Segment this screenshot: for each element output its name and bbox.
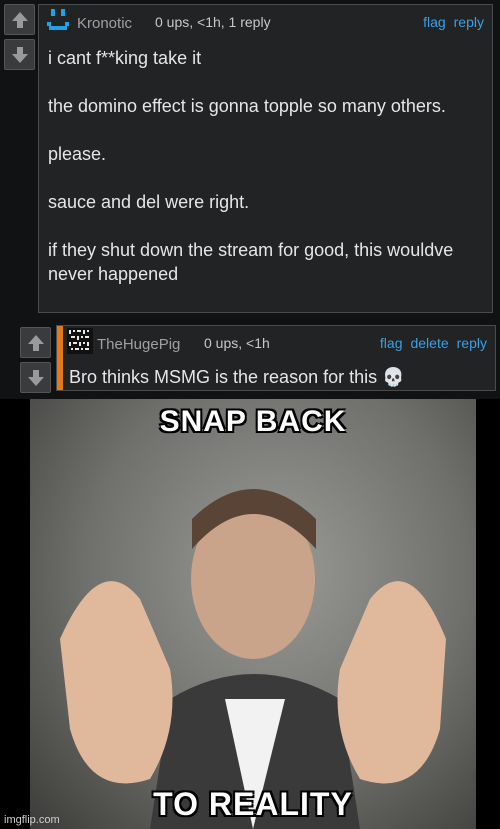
downvote-button[interactable] (20, 362, 51, 393)
comment-actions: flag reply (423, 14, 484, 30)
meme-top-text: SNAP BACK (159, 405, 347, 438)
comment: Kronotic 0 ups, <1h, 1 reply flag reply … (38, 4, 493, 313)
comment-paragraph: sauce and del were right. (48, 192, 250, 212)
meme-bottom-text: TO REALITY (153, 786, 353, 822)
comment-body: i cant f**king take it the domino effect… (48, 46, 468, 286)
username[interactable]: Kronotic (77, 15, 132, 32)
comment-body: Bro thinks MSMG is the reason for this 💀 (69, 367, 405, 387)
comment-paragraph: if they shut down the stream for good, t… (48, 240, 454, 284)
upvote-arrow-icon (11, 11, 28, 28)
upvote-button[interactable] (20, 327, 51, 358)
comment-thread: Kronotic 0 ups, <1h, 1 reply flag reply … (0, 0, 500, 399)
comment-header: Kronotic 0 ups, <1h, 1 reply flag reply (39, 5, 492, 37)
comment-paragraph: the domino effect is gonna topple so man… (48, 96, 446, 116)
comment-header: TheHugePig 0 ups, <1h flag delete reply (57, 326, 495, 358)
reply-link[interactable]: reply (457, 335, 487, 351)
downvote-arrow-icon (27, 369, 44, 386)
comment-meta: 0 ups, <1h, 1 reply (155, 14, 271, 30)
downvote-arrow-icon (11, 46, 28, 63)
vote-controls (4, 4, 35, 70)
downvote-button[interactable] (4, 39, 35, 70)
comment-paragraph: i cant f**king take it (48, 48, 202, 68)
comment-meta: 0 ups, <1h (204, 335, 270, 351)
reply-comment: TheHugePig 0 ups, <1h flag delete reply … (56, 325, 496, 391)
comment-actions: flag delete reply (380, 335, 487, 351)
meme-image: SNAP BACK TO REALITY (30, 399, 476, 829)
username[interactable]: TheHugePig (97, 336, 180, 353)
imgflip-watermark: imgflip.com (4, 814, 60, 826)
comment-paragraph: please. (48, 144, 107, 164)
upvote-button[interactable] (4, 4, 35, 35)
smiley-avatar-icon[interactable] (45, 7, 71, 33)
flag-link[interactable]: flag (423, 14, 446, 30)
delete-link[interactable]: delete (410, 335, 448, 351)
pixel-avatar-icon[interactable] (67, 328, 93, 354)
meme-illustration (60, 489, 446, 829)
vote-controls (20, 327, 51, 393)
upvote-arrow-icon (27, 334, 44, 351)
flag-link[interactable]: flag (380, 335, 403, 351)
reply-link[interactable]: reply (454, 14, 484, 30)
